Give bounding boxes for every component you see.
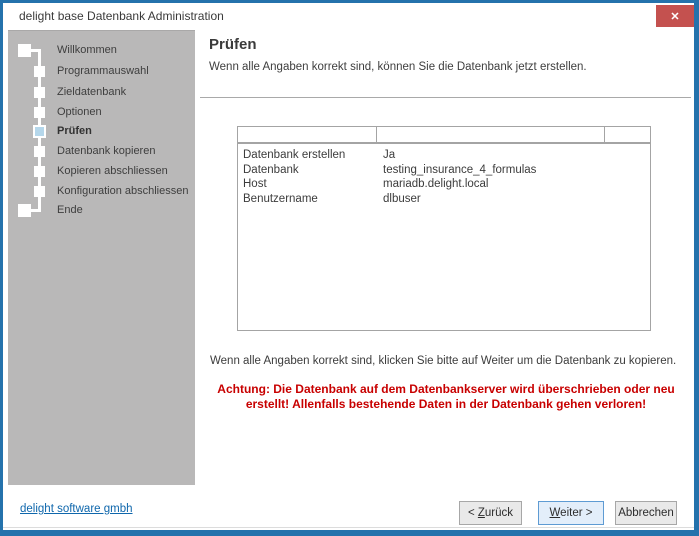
page-subtitle: Wenn alle Angaben korrekt sind, können S… bbox=[209, 61, 587, 73]
wizard-step-datenbank-kopieren: Datenbank kopieren bbox=[8, 144, 195, 159]
page-title: Prüfen bbox=[209, 36, 257, 53]
warning-line-2: erstellt! Allenfalls bestehende Daten in… bbox=[200, 397, 692, 412]
label-rest: eiter > bbox=[560, 507, 592, 519]
row-label: Datenbank bbox=[243, 163, 383, 178]
wizard-window: delight base Datenbank Administration ✕ … bbox=[0, 0, 699, 536]
step-label: Konfiguration abschliessen bbox=[57, 185, 188, 197]
step-label: Programmauswahl bbox=[57, 65, 149, 77]
instruction-text: Wenn alle Angaben korrekt sind, klicken … bbox=[210, 355, 676, 367]
bottom-hairline bbox=[3, 527, 694, 528]
wizard-step-willkommen: Willkommen bbox=[8, 43, 195, 58]
back-button[interactable]: < Zurück bbox=[459, 501, 522, 525]
wizard-step-zieldatenbank: Zieldatenbank bbox=[8, 85, 195, 100]
wizard-step-ende: Ende bbox=[8, 203, 195, 218]
step-label: Kopieren abschliessen bbox=[57, 165, 168, 177]
wizard-step-kopieren-abschliessen: Kopieren abschliessen bbox=[8, 164, 195, 179]
current-step-node-icon bbox=[33, 125, 46, 138]
cancel-button-label: Abbrechen bbox=[618, 507, 674, 519]
label-accel: Z bbox=[478, 507, 485, 519]
step-label: Prüfen bbox=[57, 125, 92, 137]
cancel-button[interactable]: Abbrechen bbox=[615, 501, 677, 525]
label-accel: W bbox=[550, 507, 561, 519]
summary-table-body: Datenbank erstellen Ja Datenbank testing… bbox=[237, 143, 651, 331]
table-row: Benutzername dlbuser bbox=[243, 192, 650, 207]
wizard-step-konfiguration-abschliessen: Konfiguration abschliessen bbox=[8, 184, 195, 199]
warning-text: Achtung: Die Datenbank auf dem Datenbank… bbox=[200, 382, 692, 412]
title-bar: delight base Datenbank Administration ✕ bbox=[3, 3, 694, 30]
table-header-cell[interactable] bbox=[377, 127, 605, 142]
row-label: Datenbank erstellen bbox=[243, 148, 383, 163]
summary-table: Datenbank erstellen Ja Datenbank testing… bbox=[237, 126, 651, 331]
table-row: Datenbank erstellen Ja bbox=[243, 148, 650, 163]
next-button-label: Weiter > bbox=[550, 507, 593, 519]
row-value: testing_insurance_4_formulas bbox=[383, 163, 650, 178]
window-title: delight base Datenbank Administration bbox=[19, 9, 224, 23]
step-node-icon bbox=[34, 166, 45, 177]
label-rest: urück bbox=[485, 507, 513, 519]
summary-table-header bbox=[237, 126, 651, 143]
step-label: Willkommen bbox=[57, 44, 117, 56]
step-label: Zieldatenbank bbox=[57, 86, 126, 98]
warning-line-1: Achtung: Die Datenbank auf dem Datenbank… bbox=[200, 382, 692, 397]
table-row: Datenbank testing_insurance_4_formulas bbox=[243, 163, 650, 178]
step-node-icon bbox=[34, 107, 45, 118]
wizard-step-optionen: Optionen bbox=[8, 105, 195, 120]
step-node-icon bbox=[34, 87, 45, 98]
step-node-icon bbox=[34, 186, 45, 197]
row-label: Benutzername bbox=[243, 192, 383, 207]
step-label: Optionen bbox=[57, 106, 102, 118]
label-rest: Abbrechen bbox=[618, 507, 674, 519]
vendor-link[interactable]: delight software gmbh bbox=[20, 503, 133, 515]
table-row: Host mariadb.delight.local bbox=[243, 177, 650, 192]
row-label: Host bbox=[243, 177, 383, 192]
close-icon: ✕ bbox=[670, 10, 679, 23]
table-header-cell[interactable] bbox=[238, 127, 377, 142]
step-label: Datenbank kopieren bbox=[57, 145, 155, 157]
next-button[interactable]: Weiter > bbox=[538, 501, 604, 525]
wizard-step-pruefen-active: Prüfen bbox=[8, 124, 195, 139]
close-button[interactable]: ✕ bbox=[656, 5, 694, 27]
step-list: Willkommen Programmauswahl Zieldatenbank… bbox=[8, 31, 195, 485]
step-node-icon bbox=[18, 204, 31, 217]
step-node-icon bbox=[34, 146, 45, 157]
step-node-icon bbox=[34, 66, 45, 77]
wizard-step-programmauswahl: Programmauswahl bbox=[8, 64, 195, 79]
step-label: Ende bbox=[57, 204, 83, 216]
row-value: Ja bbox=[383, 148, 650, 163]
wizard-steps-sidebar: Willkommen Programmauswahl Zieldatenbank… bbox=[8, 30, 195, 485]
step-node-icon bbox=[18, 44, 31, 57]
row-value: dlbuser bbox=[383, 192, 650, 207]
table-header-cell[interactable] bbox=[605, 127, 650, 142]
back-button-label: < Zurück bbox=[468, 507, 513, 519]
label-pre: < bbox=[468, 507, 478, 519]
row-value: mariadb.delight.local bbox=[383, 177, 650, 192]
header-divider bbox=[200, 97, 691, 98]
